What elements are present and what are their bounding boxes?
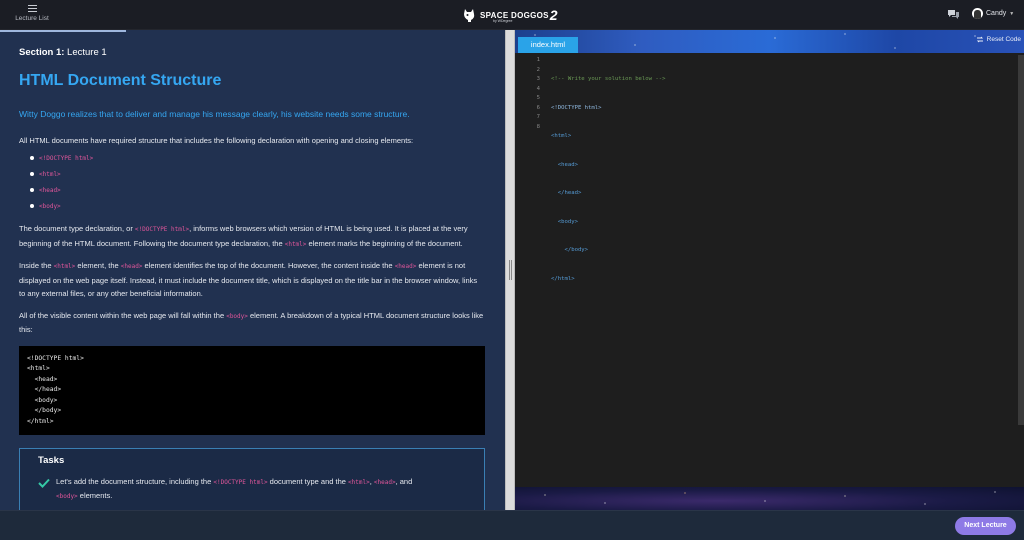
panel-resize-handle[interactable] [505, 30, 515, 510]
line-number: 6 [536, 104, 540, 111]
text: element marks the beginning of the docum… [306, 238, 463, 248]
line-number: 1 [536, 57, 540, 63]
reset-code-label: Reset Code [986, 36, 1021, 43]
code-editor[interactable]: 1 2 3 4 5 6 7 8 <!-- Write your solution… [515, 53, 1024, 487]
inline-code: <body> [56, 492, 78, 500]
lecture-list-button[interactable]: Lecture List [12, 3, 52, 22]
inline-code: <html> [284, 240, 307, 248]
bottom-bar: Next Lecture [0, 510, 1024, 540]
list-item: <!DOCTYPE html> [30, 150, 485, 166]
hamburger-icon [27, 4, 37, 12]
line-number: 8 [536, 123, 540, 130]
code-line: </head> [551, 190, 582, 196]
code-line: <body> [551, 218, 578, 225]
next-lecture-button[interactable]: Next Lecture [955, 517, 1016, 535]
lesson-content: Section 1: Lecture 1 HTML Document Struc… [19, 46, 485, 510]
text: Let's add the document structure, includ… [56, 477, 214, 486]
inline-code: <html> [348, 479, 370, 486]
text: element identifies the top of the docume… [142, 261, 395, 270]
logo-byline: by WDegree [493, 19, 513, 23]
paragraph-3: Inside the <html> element, the <head> el… [19, 259, 485, 301]
tab-index-html[interactable]: index.html [518, 37, 578, 53]
tasks-box: Tasks Let's add the document structure, … [19, 447, 485, 510]
logo: SPACE DOGGOS 2 by WDegree [462, 5, 558, 25]
example-code-block: <!DOCTYPE html> <html> <head> </head> <b… [19, 345, 485, 435]
editor-scrollbar[interactable] [1018, 55, 1024, 425]
chat-icon[interactable] [947, 9, 960, 20]
editor-tab-bar: index.html Reset Code [515, 30, 1024, 53]
logo-text: SPACE DOGGOS [480, 10, 549, 20]
list-item: <html> [30, 166, 485, 182]
section-label: Section 1: [19, 47, 65, 58]
intro-text: Witty Doggo realizes that to deliver and… [19, 108, 410, 119]
text: The document type declaration, or [19, 224, 135, 233]
inline-code: <head> [373, 479, 396, 486]
top-bar: Lecture List SPACE DOGGOS 2 by WDegree C… [0, 0, 1024, 30]
text: , and [395, 477, 413, 486]
lecture-list-label: Lecture List [15, 15, 49, 22]
code-line: <head> [551, 161, 578, 168]
editor-panel: index.html Reset Code 1 2 3 4 5 6 7 8 <!… [515, 30, 1024, 510]
inline-code: <head> [39, 187, 61, 194]
chevron-down-icon: ▼ [1009, 10, 1015, 17]
inline-code: <html> [39, 171, 61, 178]
text: Inside the [19, 261, 54, 270]
lesson-progress-bar [0, 30, 126, 32]
inline-code: <body> [39, 203, 61, 210]
inline-code: <html> [53, 263, 76, 270]
inline-code: <!DOCTYPE html> [213, 479, 268, 486]
inline-code: <body> [226, 312, 248, 320]
paragraph-1: All HTML documents have required structu… [19, 135, 414, 145]
line-number: 3 [536, 76, 540, 82]
text: document type and the [267, 477, 349, 486]
text: elements. [77, 490, 113, 500]
check-icon [38, 478, 50, 488]
list-item: <head> [30, 182, 485, 198]
avatar [972, 8, 983, 19]
space-dog-logo-icon [464, 8, 475, 22]
starfield-footer-decoration [515, 487, 1024, 510]
section-heading: Section 1: Lecture 1 [19, 46, 485, 60]
reset-icon [976, 36, 983, 43]
task-item: Let's add the document structure, includ… [38, 476, 466, 503]
paragraph-4: All of the visible content within the we… [19, 309, 485, 337]
code-line: </html> [551, 275, 575, 282]
list-item: <body> [30, 198, 485, 214]
task-text: Let's add the document structure, includ… [56, 476, 412, 503]
starfield-decoration [515, 487, 1024, 510]
line-number: 7 [536, 114, 540, 120]
tasks-heading: Tasks [38, 454, 65, 466]
code-line: <html> [551, 133, 572, 139]
line-number: 2 [536, 66, 540, 73]
inline-code: <!DOCTYPE html> [39, 155, 94, 162]
inline-code: <head> [120, 263, 143, 270]
inline-code: <head> [394, 263, 417, 270]
text: element, the [75, 261, 121, 270]
code-line: </body> [551, 247, 589, 253]
paragraph-2: The document type declaration, or <!DOCT… [19, 222, 485, 251]
page-title: HTML Document Structure [19, 71, 222, 89]
text: All of the visible content within the we… [19, 310, 227, 320]
starfield-decoration [515, 30, 1024, 53]
reset-code-button[interactable]: Reset Code [976, 36, 1021, 43]
code-lines[interactable]: <!-- Write your solution below --> <!DOC… [551, 56, 666, 303]
user-menu[interactable]: Candy ▼ [972, 8, 1014, 19]
code-line: <!DOCTYPE html> [551, 104, 602, 111]
line-number: 4 [536, 85, 540, 92]
line-number: 5 [536, 95, 540, 101]
lesson-panel: Section 1: Lecture 1 HTML Document Struc… [0, 30, 505, 510]
logo-number: 2 [549, 7, 558, 23]
required-elements-list: <!DOCTYPE html> <html> <head> <body> [19, 150, 485, 214]
code-line: <!-- Write your solution below --> [551, 76, 666, 82]
lecture-label: Lecture 1 [67, 47, 107, 58]
inline-code: <!DOCTYPE html> [134, 226, 190, 233]
user-name: Candy [986, 10, 1007, 17]
line-number-gutter: 1 2 3 4 5 6 7 8 [515, 56, 540, 132]
